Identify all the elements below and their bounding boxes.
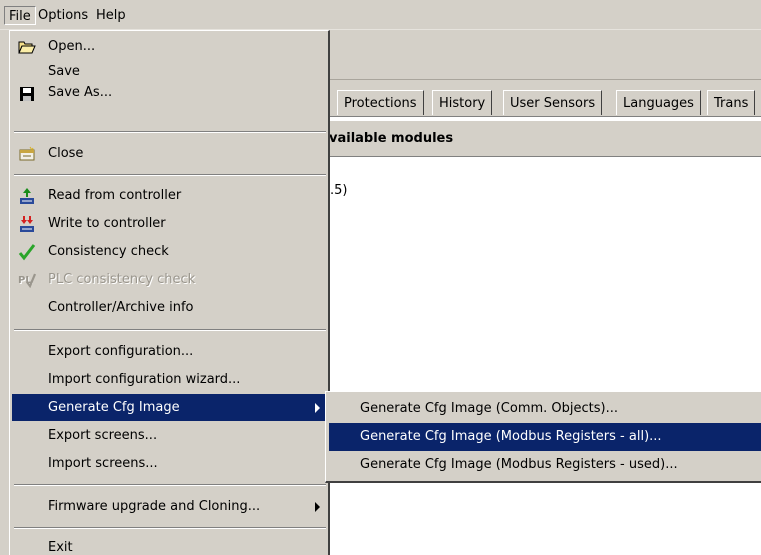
submenu-item-modbus-all[interactable]: Generate Cfg Image (Modbus Registers - a… — [329, 423, 761, 451]
menu-file[interactable]: File — [4, 6, 36, 25]
plc-check-icon: PL — [18, 271, 36, 289]
menu-item-label: Write to controller — [48, 216, 166, 231]
submenu-arrow-icon — [315, 502, 320, 512]
panel-row-text: .5) — [330, 183, 348, 198]
menu-item-label: Firmware upgrade and Cloning... — [48, 499, 261, 514]
menu-item-label: Generate Cfg Image — [48, 400, 180, 415]
menu-item-label: PLC consistency check — [48, 272, 196, 287]
tab-user-sensors[interactable]: User Sensors — [503, 90, 603, 115]
menu-item-consistency-check[interactable]: Consistency check — [12, 238, 328, 265]
menu-item-save[interactable]: Save — [12, 63, 328, 83]
menu-bar: File Options Help — [0, 0, 761, 30]
write-to-controller-icon — [18, 215, 36, 233]
menu-item-save-as[interactable]: Save As... — [12, 81, 328, 107]
checkmark-icon — [18, 243, 36, 261]
menu-item-label: Save As... — [48, 85, 113, 100]
tab-history[interactable]: History — [432, 90, 493, 115]
folder-open-icon — [18, 38, 36, 56]
menu-item-label: Save — [48, 64, 80, 79]
tab-strip: Protections History User Sensors Languag… — [329, 86, 761, 116]
menu-item-controller-archive-info[interactable]: Controller/Archive info — [12, 294, 328, 321]
menu-item-open[interactable]: Open... — [12, 33, 328, 60]
floppy-disk-icon — [18, 85, 36, 103]
menu-item-import-configuration-wizard[interactable]: Import configuration wizard... — [12, 366, 328, 393]
tab-languages[interactable]: Languages — [616, 90, 701, 115]
menu-item-exit[interactable]: Exit — [12, 534, 328, 555]
menu-item-plc-consistency-check[interactable]: PL PLC consistency check — [12, 266, 328, 293]
menu-item-label: Open... — [48, 39, 96, 54]
menu-item-label: Close — [48, 146, 84, 161]
menu-help[interactable]: Help — [92, 6, 130, 25]
menu-item-label: Import screens... — [48, 456, 158, 471]
menu-options[interactable]: Options — [34, 6, 92, 25]
generate-cfg-image-submenu: Generate Cfg Image (Comm. Objects)... Ge… — [325, 391, 761, 483]
menu-item-generate-cfg-image[interactable]: Generate Cfg Image — [12, 394, 328, 421]
panel-header: vailable modules — [329, 121, 761, 157]
menu-item-label: Exit — [48, 540, 73, 555]
close-document-icon — [18, 145, 36, 163]
submenu-item-modbus-used[interactable]: Generate Cfg Image (Modbus Registers - u… — [329, 451, 761, 479]
menu-item-export-screens[interactable]: Export screens... — [12, 422, 328, 449]
menu-separator — [14, 484, 326, 486]
menu-separator — [14, 131, 326, 133]
submenu-arrow-icon — [315, 403, 320, 413]
submenu-item-comm-objects[interactable]: Generate Cfg Image (Comm. Objects)... — [329, 395, 761, 423]
menu-item-firmware-upgrade[interactable]: Firmware upgrade and Cloning... — [12, 493, 328, 520]
menu-item-write-to-controller[interactable]: Write to controller — [12, 210, 328, 237]
menu-item-read-from-controller[interactable]: Read from controller — [12, 182, 328, 209]
menu-item-import-screens[interactable]: Import screens... — [12, 450, 328, 477]
menu-separator — [14, 329, 326, 331]
toolbar-area — [329, 30, 761, 80]
menu-item-label: Consistency check — [48, 244, 169, 259]
tab-trans[interactable]: Trans — [707, 90, 756, 115]
menu-item-label: Read from controller — [48, 188, 182, 203]
tab-protections[interactable]: Protections — [337, 90, 424, 115]
menu-separator — [14, 527, 326, 529]
menu-item-label: Export screens... — [48, 428, 158, 443]
menu-separator — [14, 174, 326, 176]
modules-panel: vailable modules .5) — [329, 116, 761, 555]
menu-item-export-configuration[interactable]: Export configuration... — [12, 338, 328, 365]
file-menu-dropdown: Open... Save Save As... Close Read from … — [9, 30, 330, 555]
menu-item-label: Import configuration wizard... — [48, 372, 241, 387]
read-from-controller-icon — [18, 187, 36, 205]
menu-item-close[interactable]: Close — [12, 140, 328, 167]
menu-item-label: Controller/Archive info — [48, 300, 194, 315]
menu-item-label: Export configuration... — [48, 344, 194, 359]
